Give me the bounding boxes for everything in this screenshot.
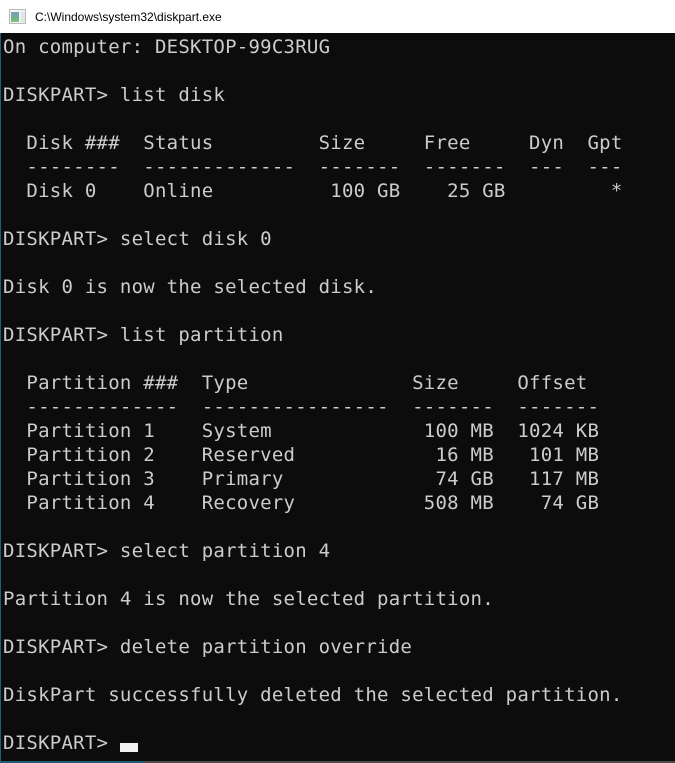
console-line: [3, 707, 675, 731]
console-line: [3, 347, 675, 371]
console-output-area[interactable]: On computer: DESKTOP-99C3RUG DISKPART> li…: [0, 33, 675, 763]
console-line: On computer: DESKTOP-99C3RUG: [3, 35, 675, 59]
console-line: [3, 659, 675, 683]
console-line: [3, 251, 675, 275]
diskpart-console-window: C:\Windows\system32\diskpart.exe On comp…: [0, 0, 675, 763]
console-line: DISKPART> list disk: [3, 83, 675, 107]
console-app-icon-pane: [21, 12, 25, 22]
console-line: [3, 515, 675, 539]
console-line: DISKPART> delete partition override: [3, 635, 675, 659]
console-line: Partition 2 Reserved 16 MB 101 MB: [3, 443, 675, 467]
console-line: Disk 0 Online 100 GB 25 GB *: [3, 179, 675, 203]
prompt-text: DISKPART>: [3, 731, 120, 755]
console-line: DISKPART> list partition: [3, 323, 675, 347]
console-line: Partition ### Type Size Offset: [3, 371, 675, 395]
console-line: Partition 1 System 100 MB 1024 KB: [3, 419, 675, 443]
console-line: Disk 0 is now the selected disk.: [3, 275, 675, 299]
window-title: C:\Windows\system32\diskpart.exe: [35, 10, 222, 24]
title-bar[interactable]: C:\Windows\system32\diskpart.exe: [0, 0, 675, 33]
console-lines: On computer: DESKTOP-99C3RUG DISKPART> li…: [3, 35, 675, 731]
console-line: Partition 4 is now the selected partitio…: [3, 587, 675, 611]
console-line: Partition 3 Primary 74 GB 117 MB: [3, 467, 675, 491]
console-line: [3, 299, 675, 323]
console-line: [3, 59, 675, 83]
active-prompt-line: DISKPART>: [3, 731, 675, 755]
text-cursor: [120, 743, 138, 752]
console-line: DiskPart successfully deleted the select…: [3, 683, 675, 707]
console-line: [3, 563, 675, 587]
console-line: DISKPART> select partition 4: [3, 539, 675, 563]
console-line: -------- ------------- ------- ------- -…: [3, 155, 675, 179]
console-line: Partition 4 Recovery 508 MB 74 GB: [3, 491, 675, 515]
console-line: [3, 107, 675, 131]
console-app-icon: [9, 9, 26, 24]
console-line: [3, 203, 675, 227]
console-app-icon-pane: [11, 12, 19, 22]
console-line: [3, 611, 675, 635]
console-line: DISKPART> select disk 0: [3, 227, 675, 251]
console-line: Disk ### Status Size Free Dyn Gpt: [3, 131, 675, 155]
console-line: ------------- ---------------- ------- -…: [3, 395, 675, 419]
